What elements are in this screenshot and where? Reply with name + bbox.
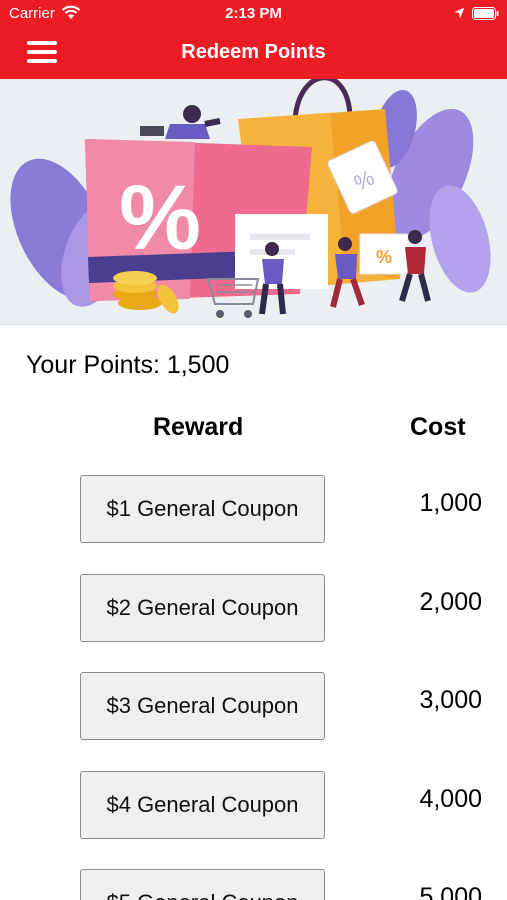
shopping-discount-illustration: % % % bbox=[0, 79, 507, 325]
status-time: 2:13 PM bbox=[225, 5, 282, 22]
reward-column-header: Reward bbox=[153, 413, 244, 441]
cost-column-header: Cost bbox=[410, 413, 466, 441]
box-percent-label: % bbox=[376, 247, 392, 267]
redeem-5-dollar-coupon-button[interactable]: $5 General Coupon bbox=[80, 869, 325, 900]
cost-value: 4,000 bbox=[419, 785, 482, 813]
table-row: $5 General Coupon 5,000 bbox=[0, 869, 507, 900]
cost-value: 3,000 bbox=[419, 686, 482, 714]
redeem-3-dollar-coupon-button[interactable]: $3 General Coupon bbox=[80, 672, 325, 740]
points-balance: Your Points: 1,500 bbox=[26, 351, 230, 379]
battery-icon bbox=[472, 7, 499, 20]
table-row: $4 General Coupon 4,000 bbox=[0, 771, 507, 839]
table-row: $3 General Coupon 3,000 bbox=[0, 672, 507, 740]
table-row: $1 General Coupon 1,000 bbox=[0, 475, 507, 543]
location-arrow-icon bbox=[454, 7, 465, 19]
coupon-percent-label: % bbox=[119, 167, 201, 269]
table-row: $2 General Coupon 2,000 bbox=[0, 574, 507, 642]
redeem-1-dollar-coupon-button[interactable]: $1 General Coupon bbox=[80, 475, 325, 543]
cost-value: 2,000 bbox=[419, 588, 482, 616]
redeem-2-dollar-coupon-button[interactable]: $2 General Coupon bbox=[80, 574, 325, 642]
page-title: Redeem Points bbox=[181, 41, 326, 63]
redeem-4-dollar-coupon-button[interactable]: $4 General Coupon bbox=[80, 771, 325, 839]
app-header: Carrier 2:13 PM Redeem Points bbox=[0, 0, 507, 79]
cost-value: 1,000 bbox=[419, 489, 482, 517]
status-bar: Carrier 2:13 PM bbox=[0, 0, 507, 28]
cost-value: 5,000 bbox=[419, 883, 482, 900]
